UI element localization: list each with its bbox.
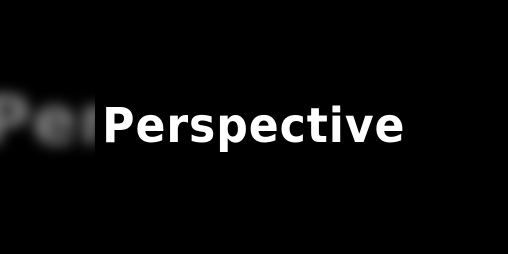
blurred-echo-left: Perspective bbox=[0, 70, 95, 180]
blurred-echo-right: Perspective bbox=[413, 70, 508, 180]
title-word: Perspective bbox=[102, 98, 406, 154]
title-band: Perspective bbox=[95, 86, 413, 166]
banner: Perspective Perspective Perspective bbox=[0, 0, 508, 254]
blurred-word-left: Perspective bbox=[0, 82, 95, 159]
